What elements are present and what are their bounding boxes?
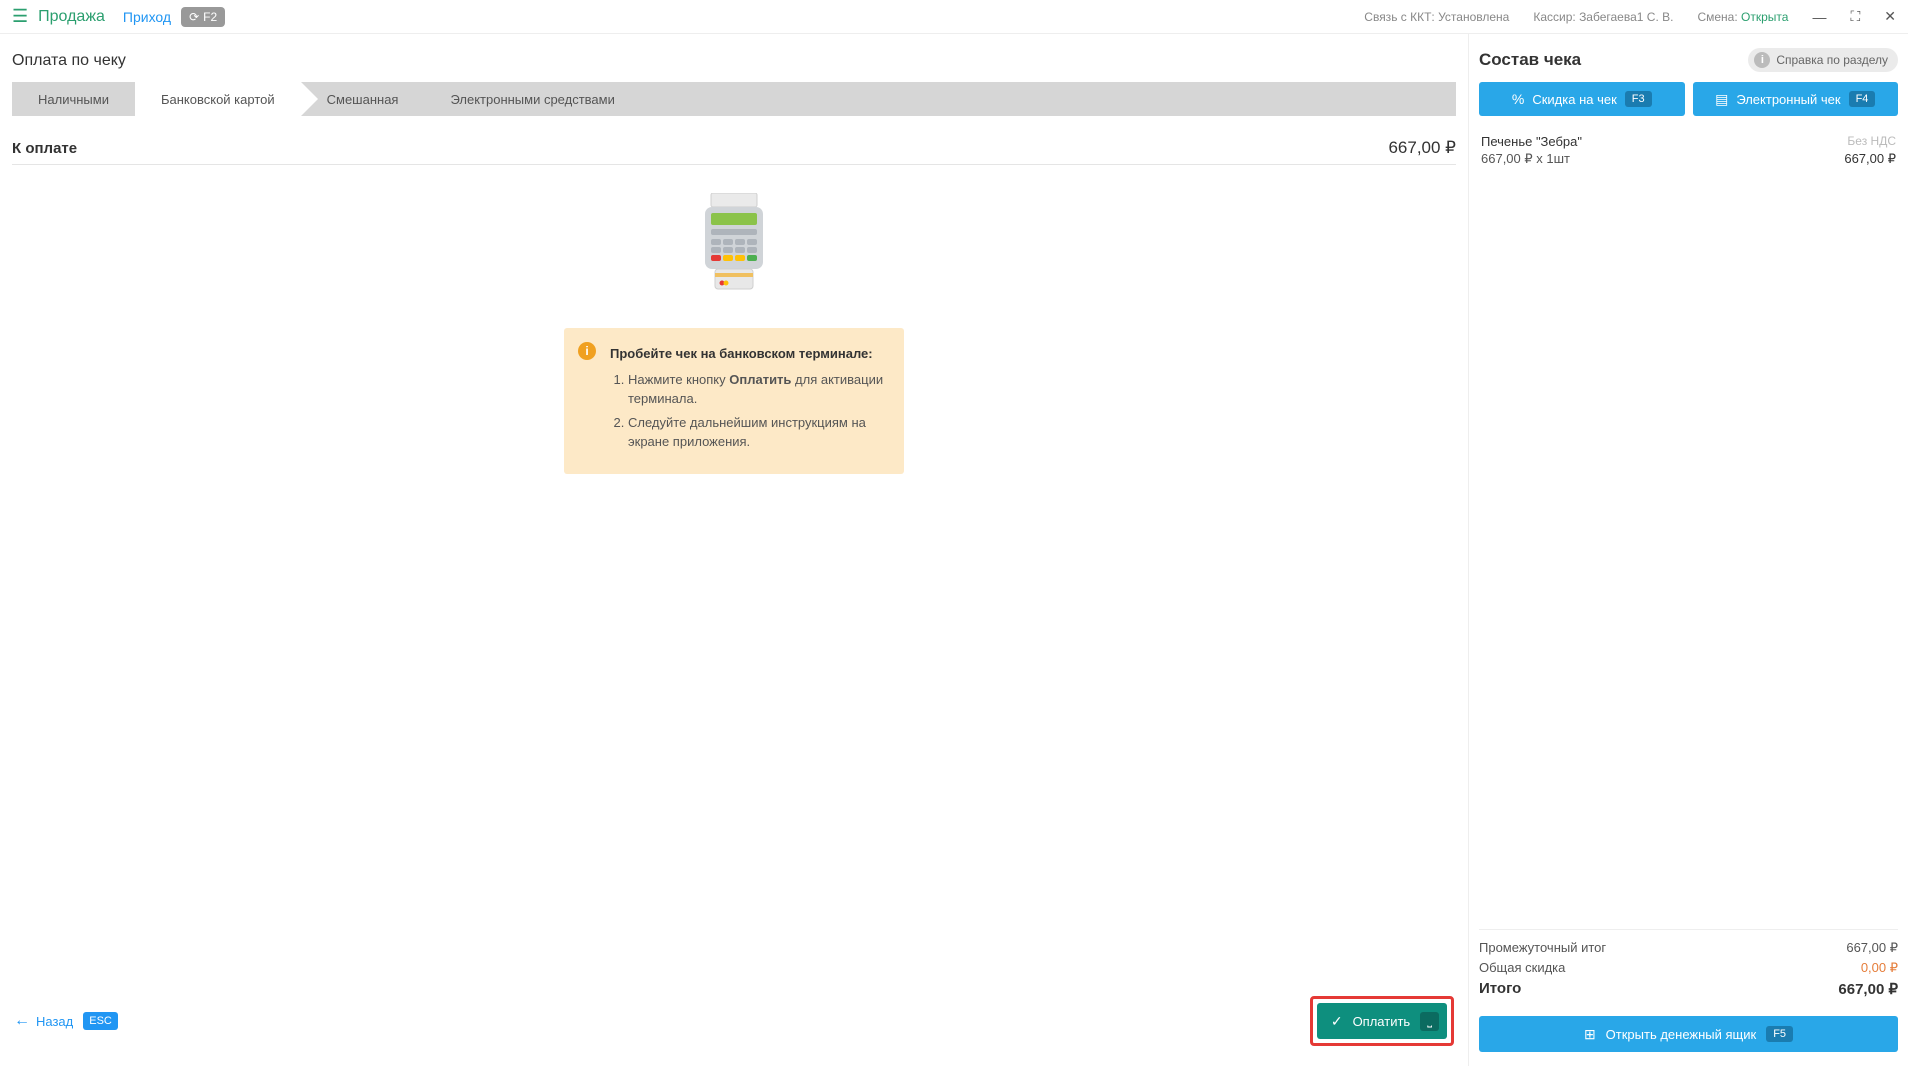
grand-label: Итого xyxy=(1479,980,1521,998)
tab-card[interactable]: Банковской картой xyxy=(135,82,301,116)
to-pay-amount: 667,00 ₽ xyxy=(1388,138,1456,158)
pay-button[interactable]: ✓ Оплатить ⎵ xyxy=(1317,1003,1447,1039)
open-drawer-button[interactable]: ⊞ Открыть денежный ящик F5 xyxy=(1479,1016,1898,1052)
grand-value: 667,00 ₽ xyxy=(1838,980,1898,998)
kkt-status: Связь с ККТ: Установлена xyxy=(1364,10,1509,24)
arrow-left-icon: ← xyxy=(14,1012,30,1030)
close-icon[interactable]: ✕ xyxy=(1884,8,1896,25)
topbar: ☰ Продажа Приход ⟳ F2 Связь с ККТ: Устан… xyxy=(0,0,1908,34)
menu-icon[interactable]: ☰ xyxy=(12,6,28,27)
divider xyxy=(12,164,1456,165)
discount-label: Общая скидка xyxy=(1479,960,1565,976)
info-box: i Пробейте чек на банковском терминале: … xyxy=(564,328,904,474)
tab-cash[interactable]: Наличными xyxy=(12,82,135,116)
to-pay-label: К оплате xyxy=(12,140,77,157)
payment-tabs: Наличными Банковской картой Смешанная Эл… xyxy=(12,82,1456,116)
info-step-2: Следуйте дальнейшим инструкциям на экран… xyxy=(628,413,886,452)
discount-button[interactable]: % Скидка на чек F3 xyxy=(1479,82,1685,116)
tab-electronic[interactable]: Электронными средствами xyxy=(424,82,640,116)
subtotal-value: 667,00 ₽ xyxy=(1846,940,1898,956)
percent-icon: % xyxy=(1512,91,1524,107)
info-icon: i xyxy=(578,342,596,360)
f3-badge: F3 xyxy=(1625,91,1652,107)
tab-mixed[interactable]: Смешанная xyxy=(301,82,425,116)
totals: Промежуточный итог 667,00 ₽ Общая скидка… xyxy=(1479,929,1898,1002)
item-qty: 667,00 ₽ x 1шт xyxy=(1481,151,1570,167)
refresh-icon: ⟳ xyxy=(189,10,199,24)
receipt-icon: ▤ xyxy=(1715,91,1728,108)
pay-button-highlight: ✓ Оплатить ⎵ xyxy=(1310,996,1454,1046)
pos-terminal-icon xyxy=(695,193,773,293)
sidebar-title: Состав чека xyxy=(1479,50,1581,70)
mode-sale[interactable]: Продажа xyxy=(38,8,105,26)
back-button[interactable]: ← Назад ESC xyxy=(14,1012,118,1030)
drawer-icon: ⊞ xyxy=(1584,1026,1596,1043)
maximize-icon[interactable]: ⛶ xyxy=(1850,8,1860,25)
footer-bar: ← Назад ESC ✓ Оплатить ⎵ xyxy=(0,982,1468,1066)
minimize-icon[interactable]: — xyxy=(1812,9,1826,25)
page-title: Оплата по чеку xyxy=(12,52,1456,70)
info-step-1: Нажмите кнопку Оплатить для активации те… xyxy=(628,370,886,409)
mode-income[interactable]: Приход xyxy=(123,9,171,25)
f2-button[interactable]: ⟳ F2 xyxy=(181,7,225,27)
subtotal-label: Промежуточный итог xyxy=(1479,940,1606,956)
to-pay-row: К оплате 667,00 ₽ xyxy=(12,138,1456,158)
info-icon: i xyxy=(1754,52,1770,68)
info-heading: Пробейте чек на банковском терминале: xyxy=(610,344,886,364)
check-icon: ✓ xyxy=(1331,1013,1343,1030)
item-sum: 667,00 ₽ xyxy=(1844,151,1896,167)
echeck-button[interactable]: ▤ Электронный чек F4 xyxy=(1693,82,1899,116)
main-panel: Оплата по чеку Наличными Банковской карт… xyxy=(0,34,1468,1066)
shift-status: Смена: Открыта xyxy=(1697,10,1788,24)
terminal-illustration xyxy=(689,193,779,296)
esc-badge: ESC xyxy=(83,1012,118,1030)
item-vat: Без НДС xyxy=(1847,134,1896,149)
discount-value: 0,00 ₽ xyxy=(1861,960,1898,976)
help-button[interactable]: i Справка по разделу xyxy=(1748,48,1898,72)
cashier-status: Кассир: Забегаева1 С. В. xyxy=(1533,10,1673,24)
receipt-sidebar: Состав чека i Справка по разделу % Скидк… xyxy=(1468,34,1908,1066)
receipt-item: Печенье "Зебра" Без НДС 667,00 ₽ x 1шт 6… xyxy=(1479,128,1898,174)
f5-badge: F5 xyxy=(1766,1026,1793,1042)
f4-badge: F4 xyxy=(1849,91,1876,107)
space-key-badge: ⎵ xyxy=(1420,1012,1439,1031)
item-name: Печенье "Зебра" xyxy=(1481,134,1582,149)
